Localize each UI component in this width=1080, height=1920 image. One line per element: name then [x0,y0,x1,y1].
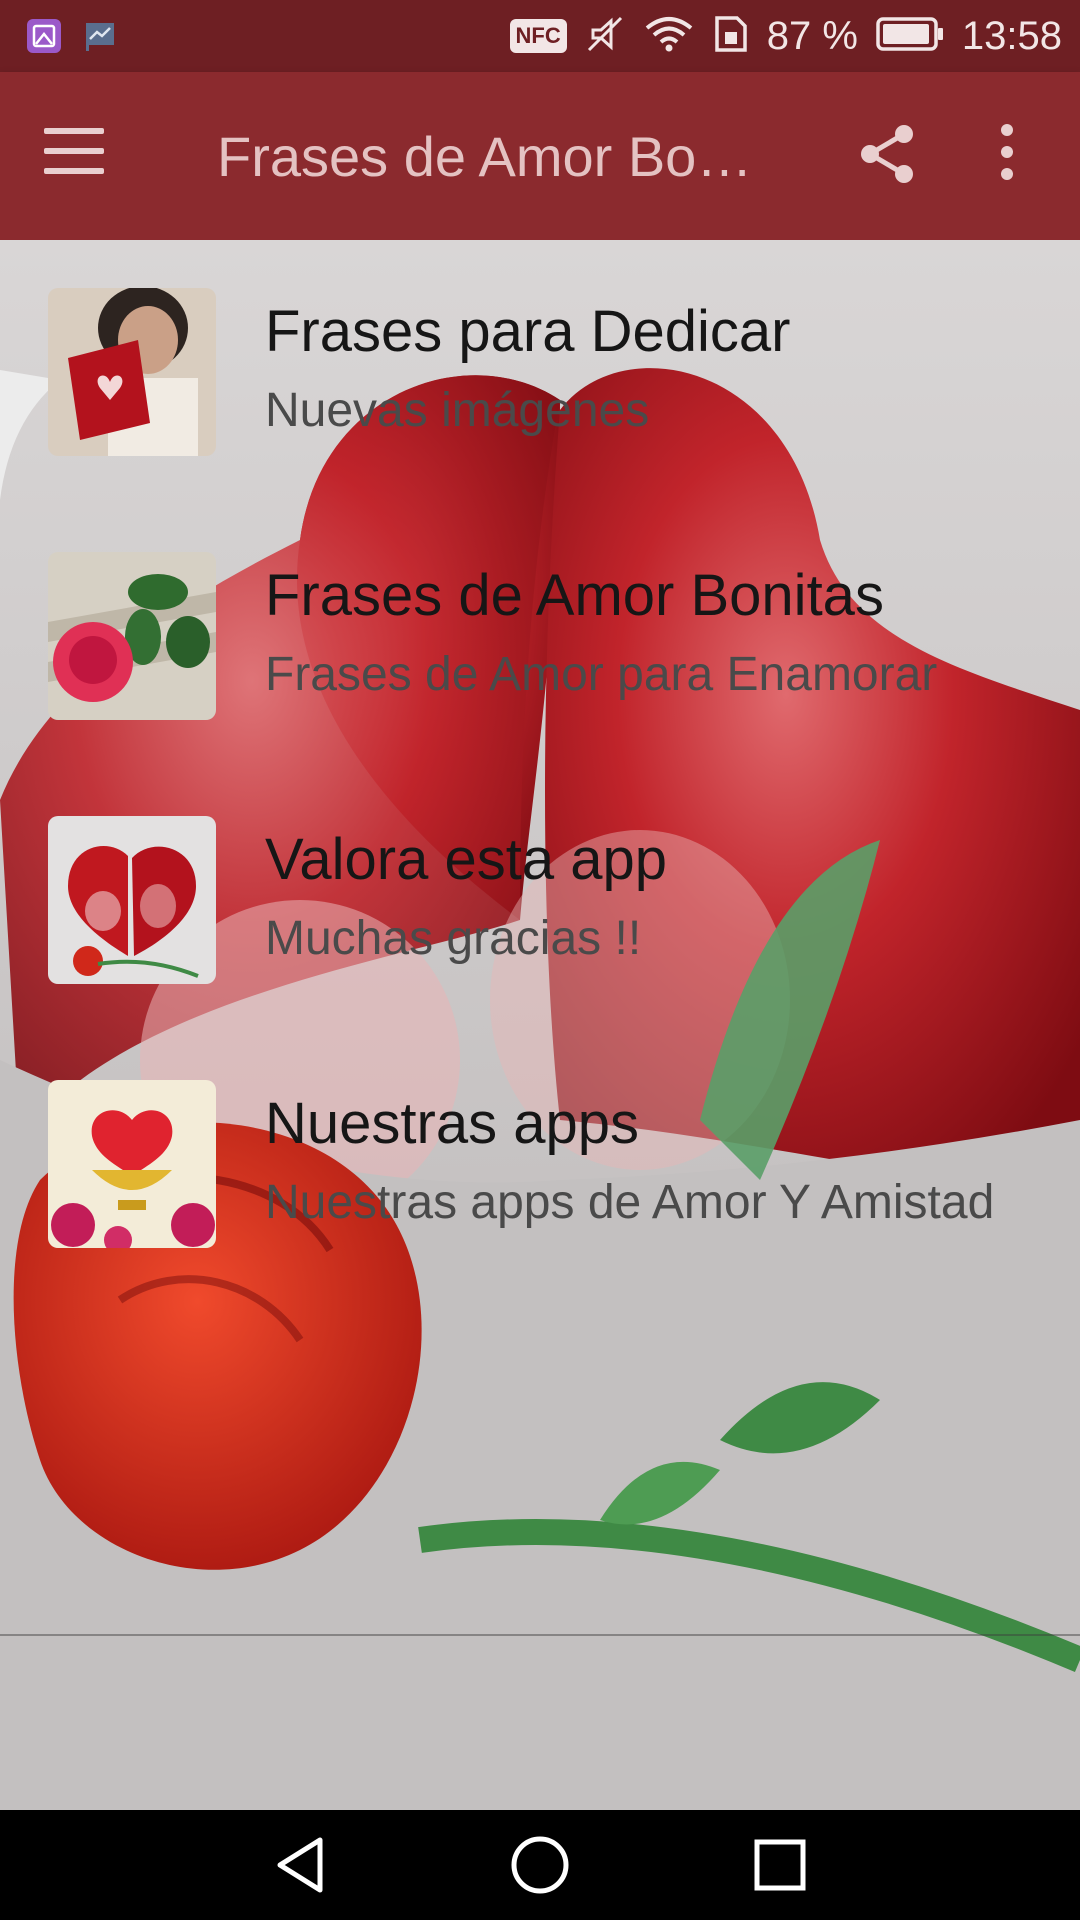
list-item-valora-app[interactable]: Valora esta app Muchas gracias !! [0,768,1080,1032]
thumbnail-rose-image [48,552,216,720]
menu-list: Frases para Dedicar Nuevas imágenes Fras… [0,240,1080,1296]
navigation-bar [0,1810,1080,1920]
wifi-icon [643,14,695,59]
mute-icon [585,14,625,59]
gallery-icon [26,18,62,59]
item-subtitle: Nuestras apps de Amor Y Amistad [265,1176,995,1229]
item-title: Frases de Amor Bonitas [265,563,884,628]
more-vert-icon[interactable] [995,124,1019,188]
item-title: Valora esta app [265,827,667,892]
menu-icon[interactable] [44,128,104,176]
item-title: Nuestras apps [265,1091,639,1156]
battery-percent: 87 % [766,13,858,58]
sim-icon [713,14,749,59]
item-subtitle: Muchas gracias !! [265,912,642,965]
recents-icon[interactable] [740,1830,820,1900]
thumbnail-hearts-image [48,816,216,984]
share-icon[interactable] [858,122,918,186]
status-bar: NFC 87 % 13:58 [0,0,1080,72]
thumbnail-heart-bowl-image [48,1080,216,1248]
list-item-frases-amor-bonitas[interactable]: Frases de Amor Bonitas Frases de Amor pa… [0,504,1080,768]
app-title: Frases de Amor Bonitas [217,125,777,188]
home-icon[interactable] [500,1830,580,1900]
divider [0,1634,1080,1636]
list-item-frases-dedicar[interactable]: Frases para Dedicar Nuevas imágenes [0,240,1080,504]
nfc-icon: NFC [509,19,567,53]
item-subtitle: Nuevas imágenes [265,384,650,437]
list-item-nuestras-apps[interactable]: Nuestras apps Nuestras apps de Amor Y Am… [0,1032,1080,1296]
app-bar: Frases de Amor Bonitas [0,72,1080,240]
item-title: Frases para Dedicar [265,299,791,364]
clock: 13:58 [961,13,1062,58]
back-icon[interactable] [260,1830,340,1900]
item-subtitle: Frases de Amor para Enamorar [265,648,938,701]
thumbnail-card-image [48,288,216,456]
chart-flag-icon [84,19,118,58]
battery-icon [876,16,944,57]
